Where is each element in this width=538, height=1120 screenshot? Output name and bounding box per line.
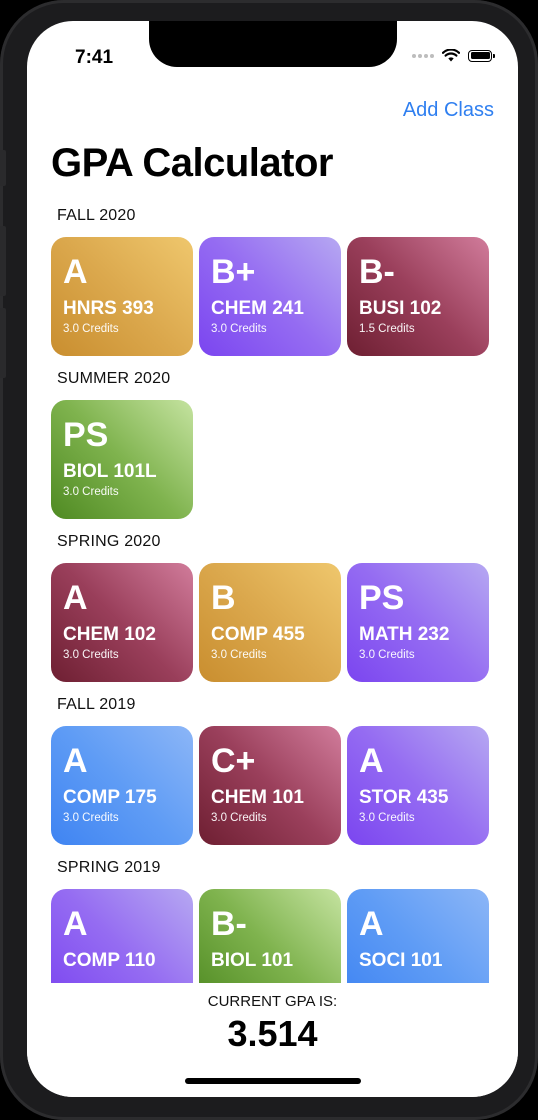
status-icons	[412, 49, 495, 62]
term-classes-row: PS BIOL 101L 3.0 Credits	[27, 400, 518, 519]
class-credits: 3.0 Credits	[63, 812, 119, 824]
class-course-code: STOR 435	[359, 787, 449, 808]
phone-frame: 7:41 Add Class GPA Calculator FALL 2020 A…	[0, 0, 538, 1120]
gpa-label: CURRENT GPA IS:	[207, 993, 338, 1010]
class-grade: A	[359, 905, 384, 943]
class-course-code: BUSI 102	[359, 298, 442, 319]
term-header: SPRING 2019	[57, 859, 161, 876]
term-header: SUMMER 2020	[57, 370, 171, 387]
class-course-code: SOCI 101	[359, 950, 443, 971]
class-course-code: COMP 175	[63, 787, 157, 808]
page-title: GPA Calculator	[51, 141, 333, 185]
class-card[interactable]: A COMP 175 3.0 Credits	[51, 726, 193, 845]
class-card[interactable]: A STOR 435 3.0 Credits	[347, 726, 489, 845]
battery-icon	[468, 49, 495, 62]
class-grade: B+	[211, 253, 256, 291]
class-card[interactable]: B- BIOL 101	[199, 889, 341, 983]
signal-dots-icon	[412, 53, 434, 58]
volume-up-button	[0, 226, 6, 296]
terms-list[interactable]: FALL 2020 A HNRS 393 3.0 Credits B+ CHEM 241 3…	[27, 199, 518, 983]
class-course-code: CHEM 241	[211, 298, 304, 319]
class-card[interactable]: A HNRS 393 3.0 Credits	[51, 237, 193, 356]
class-credits: 3.0 Credits	[63, 649, 119, 661]
class-credits: 3.0 Credits	[63, 486, 119, 498]
class-grade: B-	[211, 905, 247, 943]
class-grade: A	[63, 905, 88, 943]
class-credits: 3.0 Credits	[359, 649, 415, 661]
class-credits: 3.0 Credits	[211, 323, 267, 335]
status-time: 7:41	[75, 47, 114, 68]
class-grade: A	[63, 579, 88, 617]
wifi-icon	[442, 49, 460, 62]
class-card[interactable]: A CHEM 102 3.0 Credits	[51, 563, 193, 682]
term-classes-row: A CHEM 102 3.0 Credits B COMP 455 3.0 Credits…	[27, 563, 518, 682]
class-course-code: BIOL 101	[211, 950, 294, 971]
class-card[interactable]: A SOCI 101	[347, 889, 489, 983]
gpa-value: 3.514	[227, 1013, 318, 1054]
class-grade: A	[63, 253, 88, 291]
class-grade: A	[63, 742, 88, 780]
class-grade: B	[211, 579, 236, 617]
class-grade: PS	[359, 579, 405, 617]
class-course-code: COMP 110	[63, 950, 156, 971]
class-credits: 3.0 Credits	[211, 812, 267, 824]
class-course-code: MATH 232	[359, 624, 450, 645]
class-card[interactable]: B COMP 455 3.0 Credits	[199, 563, 341, 682]
term-header: FALL 2020	[57, 207, 136, 224]
class-credits: 1.5 Credits	[359, 323, 415, 335]
class-course-code: HNRS 393	[63, 298, 154, 319]
class-card[interactable]: PS MATH 232 3.0 Credits	[347, 563, 489, 682]
mute-switch	[0, 150, 6, 186]
class-credits: 3.0 Credits	[63, 323, 119, 335]
class-credits: 3.0 Credits	[211, 649, 267, 661]
class-card[interactable]: B- BUSI 102 1.5 Credits	[347, 237, 489, 356]
term-header: SPRING 2020	[57, 533, 161, 550]
class-course-code: CHEM 102	[63, 624, 156, 645]
class-grade: PS	[63, 416, 109, 454]
volume-down-button	[0, 308, 6, 378]
class-course-code: BIOL 101L	[63, 461, 157, 482]
class-card[interactable]: PS BIOL 101L 3.0 Credits	[51, 400, 193, 519]
add-class-button[interactable]: Add Class	[403, 99, 494, 122]
term-classes-row: A COMP 110 B- BIOL 101 A SOCI 101	[27, 889, 518, 983]
class-grade: A	[359, 742, 384, 780]
class-credits: 3.0 Credits	[359, 812, 415, 824]
gpa-footer: CURRENT GPA IS: 3.514	[27, 983, 518, 1097]
class-card[interactable]: B+ CHEM 241 3.0 Credits	[199, 237, 341, 356]
class-grade: B-	[359, 253, 395, 291]
term-header: FALL 2019	[57, 696, 136, 713]
class-grade: C+	[211, 742, 256, 780]
term-classes-row: A HNRS 393 3.0 Credits B+ CHEM 241 3.0 Credit…	[27, 237, 518, 356]
class-card[interactable]: A COMP 110	[51, 889, 193, 983]
class-course-code: COMP 455	[211, 624, 305, 645]
term-classes-row: A COMP 175 3.0 Credits C+ CHEM 101 3.0 Credit…	[27, 726, 518, 845]
class-course-code: CHEM 101	[211, 787, 304, 808]
home-indicator[interactable]	[185, 1078, 361, 1084]
app-screen: 7:41 Add Class GPA Calculator FALL 2020 A…	[27, 21, 518, 1097]
notch	[149, 21, 397, 67]
class-card[interactable]: C+ CHEM 101 3.0 Credits	[199, 726, 341, 845]
